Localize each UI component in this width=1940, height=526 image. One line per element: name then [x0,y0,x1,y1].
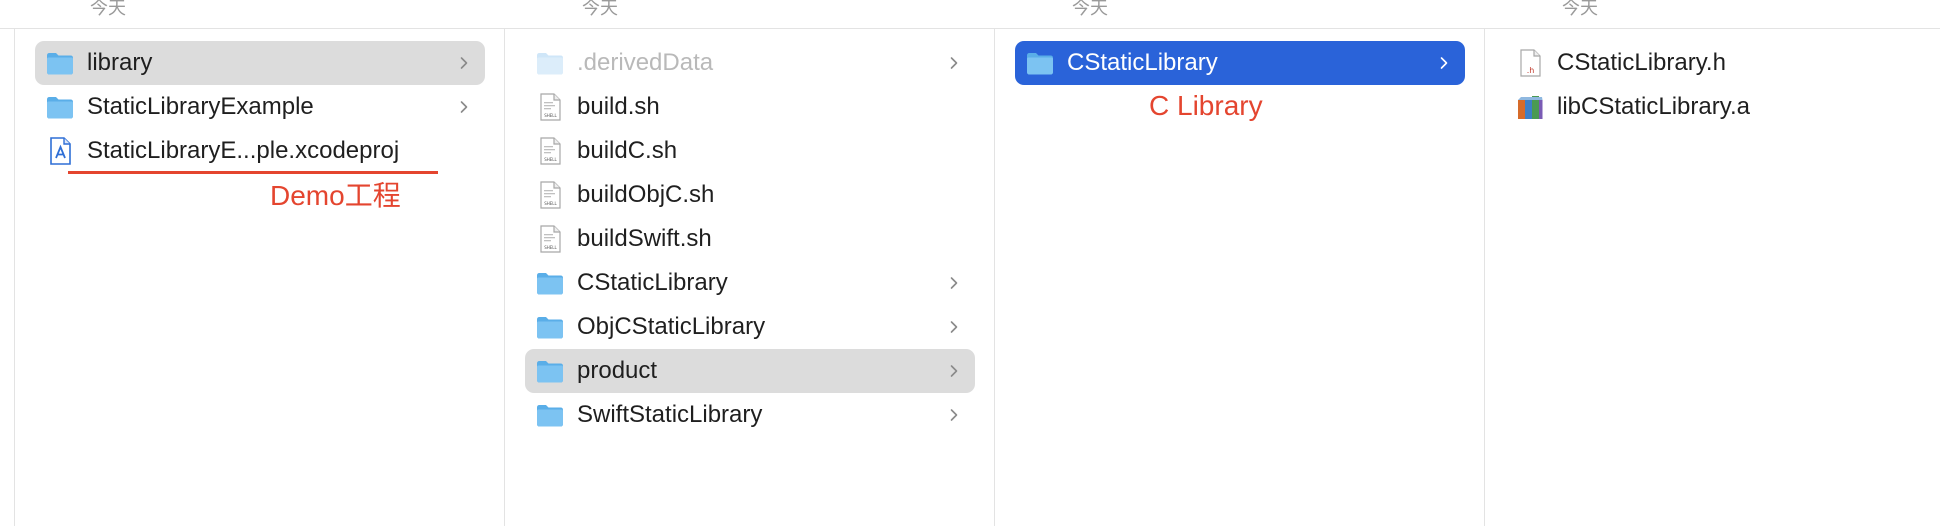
file-name-label: SwiftStaticLibrary [577,401,763,428]
file-name-label: StaticLibraryE...ple.xcodeproj [87,137,400,164]
file-name-label: buildC.sh [577,137,678,164]
file-name-label: buildObjC.sh [577,181,715,208]
xcodeproj-icon [45,136,75,166]
file-row[interactable]: .h CStaticLibrary.h [1505,41,1921,85]
file-row[interactable]: libCStaticLibrary.a [1505,85,1921,129]
chevron-right-icon [457,100,471,114]
file-name-label: product [577,357,658,384]
file-list: CStaticLibrary [995,41,1485,85]
svg-text:SHELL: SHELL [544,157,557,162]
folder-icon [535,312,565,342]
annotation-c-library: C Library [1149,90,1263,121]
date-group-label: 今天 [1562,0,1598,18]
shell-script-icon: SHELL [535,180,565,210]
chevron-right-icon [947,364,961,378]
date-group-label: 今天 [1072,0,1108,18]
folder-row[interactable]: .derivedData [525,41,975,85]
folder-icon [535,356,565,386]
date-group-label: 今天 [90,0,126,18]
static-library-icon [1515,92,1545,122]
folder-icon [535,400,565,430]
chevron-right-icon [1437,56,1451,70]
file-name-label: CStaticLibrary [1067,49,1218,76]
svg-text:SHELL: SHELL [544,113,557,118]
folder-row[interactable]: product [525,349,975,393]
chevron-right-icon [457,56,471,70]
date-group-label: 今天 [582,0,618,18]
folder-row[interactable]: ObjCStaticLibrary [525,305,975,349]
folder-row[interactable]: StaticLibraryExample [35,85,485,129]
file-row[interactable]: StaticLibraryE...ple.xcodeproj [35,129,485,173]
finder-column-library[interactable]: .derivedData SHELL build.sh SHELL buildC.sh S… [504,28,995,526]
file-name-label: ObjCStaticLibrary [577,313,766,340]
chevron-right-icon [947,320,961,334]
folder-row[interactable]: SwiftStaticLibrary [525,393,975,437]
folder-row[interactable]: CStaticLibrary [525,261,975,305]
shell-script-icon: SHELL [535,224,565,254]
folder-icon [45,48,75,78]
file-name-label: CStaticLibrary [577,269,728,296]
finder-column-project[interactable]: library StaticLibraryExample StaticLibrary… [14,28,505,526]
svg-text:.h: .h [1527,66,1535,75]
folder-icon [45,92,75,122]
file-name-label: build.sh [577,93,660,120]
file-row[interactable]: SHELL buildSwift.sh [525,217,975,261]
chevron-right-icon [947,56,961,70]
file-list: .derivedData SHELL build.sh SHELL buildC.sh S… [505,41,995,437]
folder-icon [1025,48,1055,78]
chevron-right-icon [947,408,961,422]
svg-text:SHELL: SHELL [544,201,557,206]
shell-script-icon: SHELL [535,92,565,122]
folder-row[interactable]: library [35,41,485,85]
shell-script-icon: SHELL [535,136,565,166]
annotation-demo-project: Demo工程 [270,180,401,211]
file-name-label: buildSwift.sh [577,225,712,252]
file-list: .h CStaticLibrary.h libCStaticLibrary.a [1485,41,1940,129]
file-row[interactable]: SHELL buildC.sh [525,129,975,173]
file-list: library StaticLibraryExample StaticLibrary… [15,41,505,173]
chevron-right-icon [947,276,961,290]
header-file-icon: .h [1515,48,1545,78]
folder-row[interactable]: CStaticLibrary [1015,41,1465,85]
folder-icon [535,268,565,298]
svg-text:SHELL: SHELL [544,245,557,250]
file-name-label: .derivedData [577,49,714,76]
finder-column-cstaticlibrary[interactable]: .h CStaticLibrary.h libCStaticLibrary.a [1484,28,1940,526]
file-row[interactable]: SHELL buildObjC.sh [525,173,975,217]
folder-icon [535,48,565,78]
file-name-label: library [87,49,153,76]
file-name-label: StaticLibraryExample [87,93,314,120]
column-header-strip: 今天 今天 今天 今天 [0,0,1940,29]
file-name-label: CStaticLibrary.h [1557,49,1726,76]
file-name-label: libCStaticLibrary.a [1557,93,1750,120]
file-row[interactable]: SHELL build.sh [525,85,975,129]
